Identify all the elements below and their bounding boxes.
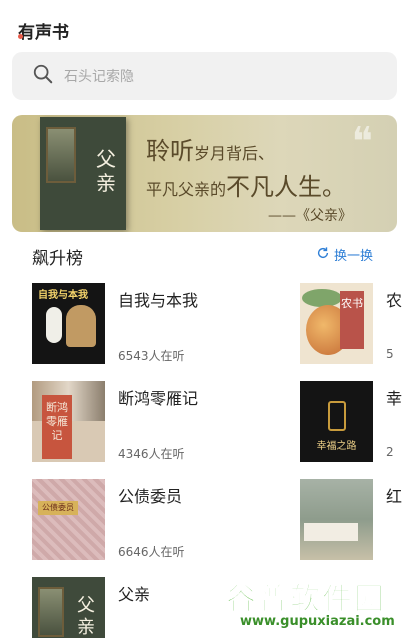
watermark-url: www.gupuxiazai.com: [240, 614, 395, 629]
header-indicator-dot: [18, 34, 23, 39]
listener-count: 4346人在听: [118, 447, 185, 461]
refresh-button[interactable]: 换一换: [316, 245, 373, 264]
banner-cover-title: 父亲: [96, 147, 116, 195]
banner-line1-small: 岁月背后、: [194, 144, 275, 163]
listener-count: 5: [386, 347, 394, 361]
listener-count: 2: [386, 445, 394, 459]
book-cover: 公债委员: [32, 479, 105, 560]
cover-text: 农书: [340, 291, 364, 349]
banner-line2-big: 不凡人生。: [226, 173, 347, 201]
banner-line-3: ——《父亲》: [268, 208, 352, 224]
book-cover: 幸福之路: [300, 381, 373, 462]
banner-line2-small: 平凡父亲的: [146, 180, 227, 199]
section-title: 飙升榜: [32, 249, 83, 269]
book-title: 公债委员: [118, 487, 183, 506]
cover-text: 父亲: [77, 595, 95, 638]
promo-banner[interactable]: 父亲 ❝ 聆听岁月背后、 平凡父亲的不凡人生。 ——《父亲》: [12, 115, 397, 232]
book-title: 自我与本我: [118, 291, 199, 310]
cover-text: [304, 523, 358, 541]
page-title: 有声书: [18, 23, 69, 43]
cover-text: 幸福之路: [316, 441, 357, 452]
search-bar[interactable]: 石头记索隐: [12, 52, 397, 100]
book-cover: 农书: [300, 283, 373, 364]
book-cover: 自我与本我: [32, 283, 105, 364]
book-title: 父亲: [118, 585, 151, 604]
book-cover: 父亲: [32, 577, 105, 638]
quote-mark-icon: ❝: [351, 119, 373, 165]
search-placeholder: 石头记索隐: [64, 69, 134, 85]
book-cover: [300, 479, 373, 560]
book-title: 红: [386, 487, 403, 506]
cover-text: 断鸿零雁记: [42, 395, 72, 459]
book-title: 断鸿零雁记: [118, 389, 199, 408]
banner-line-2: 平凡父亲的不凡人生。: [146, 167, 346, 202]
watermark: 谷普软件园 www.gupuxiazai.com: [222, 574, 410, 638]
refresh-icon: [316, 246, 334, 264]
search-icon: [32, 63, 54, 89]
book-cover: 断鸿零雁记: [32, 381, 105, 462]
watermark-text: 谷普软件园: [226, 582, 386, 618]
banner-line1-big: 聆听: [146, 137, 194, 165]
cover-text: 公债委员: [38, 501, 78, 515]
banner-line-1: 聆听岁月背后、: [146, 131, 274, 166]
book-title: 农: [386, 291, 403, 310]
book-title: 幸: [386, 389, 403, 408]
refresh-label: 换一换: [334, 249, 374, 264]
listener-count: 6543人在听: [118, 349, 185, 363]
cover-text: 自我与本我: [38, 290, 88, 301]
listener-count: 6646人在听: [118, 545, 185, 559]
hourglass-icon: [328, 401, 346, 431]
banner-book-cover: 父亲: [40, 117, 126, 230]
